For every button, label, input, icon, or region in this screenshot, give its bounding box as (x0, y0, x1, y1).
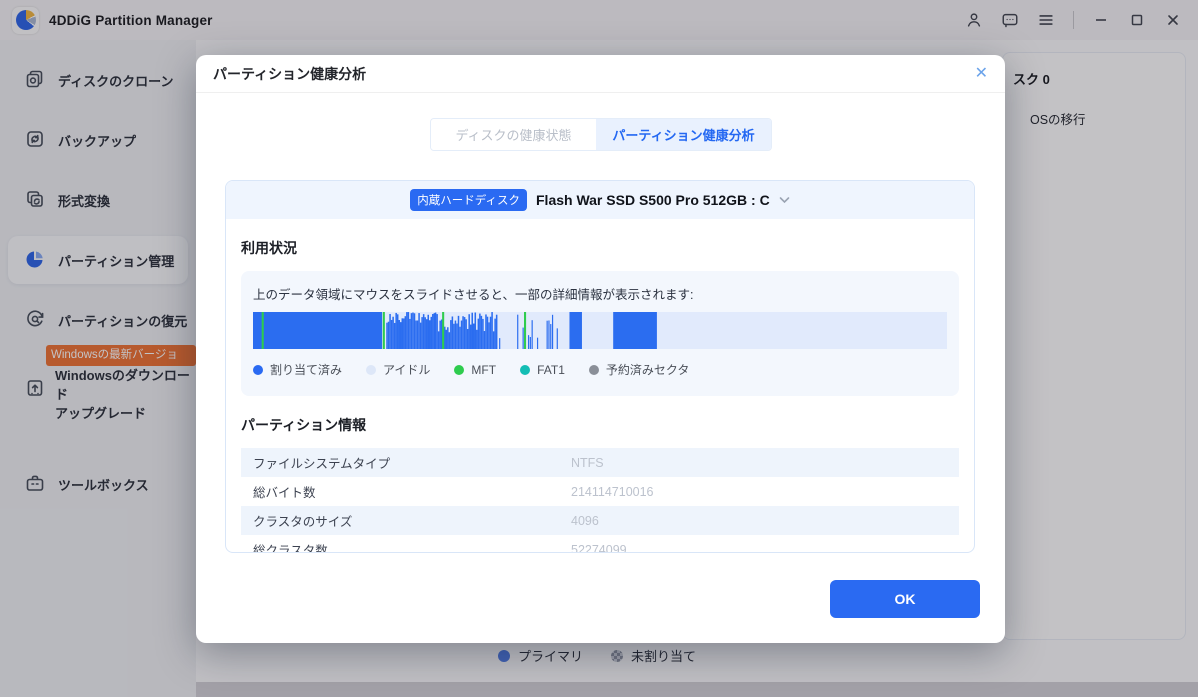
usage-legend-item: 予約済みセクタ (588, 361, 689, 378)
row-value: NTFS (571, 455, 604, 470)
legend-dot-icon (454, 364, 465, 375)
dialog-title: パーティション健康分析 (213, 65, 367, 82)
ok-button[interactable]: OK (830, 580, 980, 618)
usage-legend-item: アイドル (366, 361, 430, 378)
dialog-header: パーティション健康分析 ✕ (196, 55, 1005, 93)
legend-dot-icon (366, 364, 377, 375)
usage-heading: 利用状況 (241, 240, 297, 256)
partition-info-heading: パーティション情報 (241, 417, 367, 433)
row-label: 総クラスタ数 (253, 544, 328, 553)
close-icon[interactable]: ✕ (975, 65, 988, 82)
table-row: 総クラスタ数 52274099 (241, 535, 959, 553)
row-value: 4096 (571, 513, 599, 528)
health-tabs: ディスクの健康状態 パーティション健康分析 (430, 118, 772, 151)
usage-legend-item: 割り当て済み (253, 361, 342, 378)
usage-legend: 割り当て済み アイドル MFT FAT1 予約済みセクタ (253, 361, 947, 378)
disk-usage-map[interactable] (253, 312, 947, 349)
row-label: ファイルシステムタイプ (253, 457, 391, 471)
table-row: クラスタのサイズ 4096 (241, 506, 959, 535)
row-label: クラスタのサイズ (253, 515, 353, 529)
partition-info-table: ファイルシステムタイプ NTFS 総バイト数 214114710016 クラスタのサイズ… (241, 448, 959, 553)
row-label: 総バイト数 (253, 486, 316, 500)
usage-instruction: 上のデータ領域にマウスをスライドさせると、一部の詳細情報が表示されます: (253, 288, 694, 302)
tab-partition-health[interactable]: パーティション健康分析 (596, 119, 771, 150)
table-row: 総バイト数 214114710016 (241, 477, 959, 506)
row-value: 214114710016 (571, 484, 654, 499)
disk-selector[interactable]: 内蔵ハードディスク Flash War SSD S500 Pro 512GB :… (226, 181, 974, 219)
usage-panel: 上のデータ領域にマウスをスライドさせると、一部の詳細情報が表示されます: 割り当… (241, 271, 959, 396)
legend-dot-icon (588, 364, 599, 375)
disk-type-badge: 内蔵ハードディスク (410, 189, 527, 211)
legend-dot-icon (520, 364, 531, 375)
usage-legend-item: FAT1 (520, 363, 565, 377)
legend-dot-icon (253, 364, 263, 375)
row-value: 52274099 (571, 542, 627, 553)
disk-name: Flash War SSD S500 Pro 512GB : C (536, 192, 770, 208)
chevron-down-icon (779, 191, 790, 209)
tab-disk-health[interactable]: ディスクの健康状態 (431, 119, 596, 150)
table-row: ファイルシステムタイプ NTFS (241, 448, 959, 477)
partition-health-dialog: パーティション健康分析 ✕ ディスクの健康状態 パーティション健康分析 内蔵ハー… (196, 55, 1005, 643)
usage-legend-item: MFT (454, 363, 496, 377)
analysis-card: 内蔵ハードディスク Flash War SSD S500 Pro 512GB :… (225, 180, 975, 553)
